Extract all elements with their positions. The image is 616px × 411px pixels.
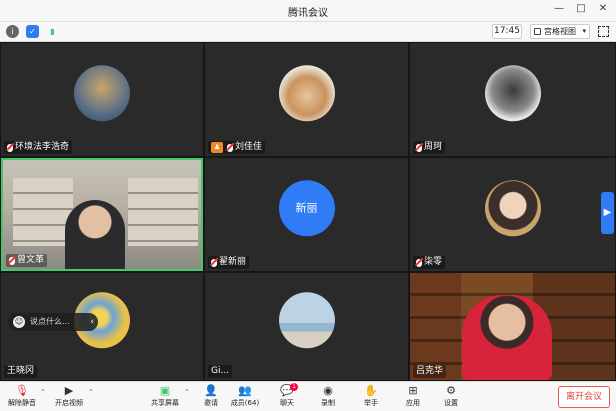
video-options-chevron-icon[interactable]: ⌃ (88, 388, 94, 396)
participant-name: 环境法李浩奇 (4, 141, 73, 154)
participant-name: 曾文革 (6, 254, 48, 267)
participant-tile[interactable]: 新丽 翟新丽 (205, 158, 408, 271)
meeting-time: 17:45 (492, 24, 522, 39)
landscape-avatar (278, 291, 335, 348)
share-screen-icon: ▣ (159, 384, 171, 397)
participant-name: 周珂 (413, 141, 446, 154)
participant-tile[interactable]: 柒零 (410, 158, 615, 271)
apps-button[interactable]: ⊞ 应用 (394, 383, 432, 411)
mic-off-icon: 🎙 (15, 384, 29, 397)
leave-meeting-button[interactable]: 离开会议 (558, 386, 610, 408)
view-mode-dropdown[interactable]: 宫格视图 ▾ (530, 24, 590, 39)
mic-muted-icon (9, 256, 15, 265)
video-feed (3, 160, 201, 269)
close-button[interactable]: ✕ (596, 3, 610, 14)
cat-avatar (278, 64, 335, 121)
share-screen-button[interactable]: ▣ 共享屏幕 (146, 383, 184, 411)
start-video-button[interactable]: ▶ 开启视频 (50, 383, 88, 411)
grid-icon (534, 28, 541, 35)
view-mode-label: 宫格视图 (544, 27, 576, 36)
fullscreen-icon[interactable] (598, 26, 609, 37)
participant-tile[interactable]: 周珂 (410, 43, 615, 156)
participant-video-tile[interactable]: 曾文革 (1, 158, 203, 271)
record-icon: ◉ (323, 384, 333, 397)
participant-name: 吕克华 (413, 365, 447, 378)
chat-placeholder: 说点什么... (30, 317, 70, 326)
members-icon: 👥 (238, 384, 252, 397)
info-icon[interactable]: i (6, 25, 19, 38)
chat-button[interactable]: 💬 1 聊天 (268, 383, 306, 411)
add-user-icon: 👤 (204, 384, 218, 397)
video-feed (410, 273, 615, 380)
participant-name: Gi... (208, 365, 233, 378)
collapse-chat-icon[interactable]: ‹ (90, 313, 94, 331)
avatar (484, 179, 541, 236)
chat-unread-badge: 1 (290, 383, 298, 391)
chat-input[interactable]: ☺ 说点什么... ‹ (8, 313, 98, 331)
mic-muted-icon (416, 143, 422, 152)
avatar (74, 64, 130, 121)
camera-off-icon: ▶ (64, 384, 74, 397)
text-avatar: 新丽 (278, 179, 335, 236)
participant-name: 王晓冈 (4, 365, 38, 378)
meeting-window: 腾讯会议 — □ ✕ i ✓ ▮ 17:45 宫格视图 ▾ 环境法李浩奇 ♟ 刘佳… (0, 0, 616, 411)
participant-name: ♟ 刘佳佳 (208, 141, 266, 154)
mic-muted-icon (227, 143, 233, 152)
record-button[interactable]: ◉ 录制 (309, 383, 347, 411)
avatar (484, 64, 541, 121)
participant-tile[interactable]: ♟ 刘佳佳 (205, 43, 408, 156)
mic-muted-icon (211, 258, 217, 267)
settings-button[interactable]: ⚙ 设置 (432, 383, 470, 411)
audio-options-chevron-icon[interactable]: ⌃ (40, 388, 46, 396)
raise-hand-button[interactable]: ✋ 举手 (352, 383, 390, 411)
bottom-control-bar: 🎙 解除静音 ⌃ ▶ 开启视频 ⌃ ▣ 共享屏幕 ⌃ 👤 邀请 👥 成员(64)… (0, 381, 616, 411)
apps-icon: ⊞ (408, 384, 418, 397)
next-page-arrow-icon[interactable]: ▶ (601, 192, 614, 234)
gear-icon: ⚙ (446, 384, 456, 397)
signal-icon[interactable]: ▮ (46, 25, 59, 38)
hand-icon: ✋ (364, 384, 378, 397)
meeting-toolbar: i ✓ ▮ 17:45 宫格视图 ▾ (0, 22, 616, 42)
participant-video-tile[interactable]: 吕克华 (410, 273, 615, 380)
mic-muted-icon (416, 258, 422, 267)
unmute-button[interactable]: 🎙 解除静音 (3, 383, 41, 411)
minimize-button[interactable]: — (552, 3, 566, 14)
members-button[interactable]: 👥 成员(64) (226, 383, 264, 411)
participant-tile[interactable]: 环境法李浩奇 (1, 43, 203, 156)
invite-button[interactable]: 👤 邀请 (192, 383, 230, 411)
maximize-button[interactable]: □ (574, 3, 588, 14)
chevron-down-icon: ▾ (582, 27, 586, 35)
shield-icon[interactable]: ✓ (26, 25, 39, 38)
participant-name: 柒零 (413, 256, 446, 269)
app-title: 腾讯会议 (288, 8, 328, 19)
share-options-chevron-icon[interactable]: ⌃ (184, 388, 190, 396)
host-icon: ♟ (211, 142, 223, 153)
emoji-icon[interactable]: ☺ (13, 316, 25, 328)
participant-name: 翟新丽 (208, 256, 250, 269)
participant-tile[interactable]: Gi... (205, 273, 408, 380)
title-bar: 腾讯会议 — □ ✕ (0, 0, 616, 22)
mic-muted-icon (7, 143, 13, 152)
